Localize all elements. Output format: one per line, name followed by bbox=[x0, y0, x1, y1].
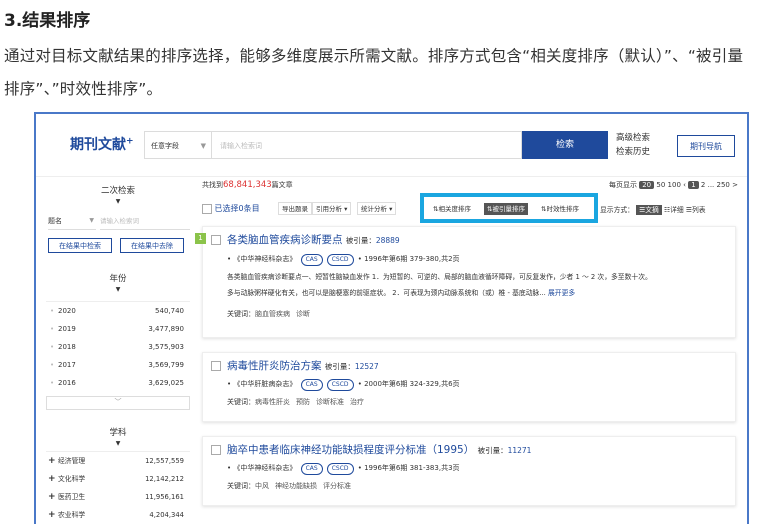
section-paragraph: 通过对目标文献结果的排序选择，能够多维度展示所需文献。排序方式包含“相关度排序（… bbox=[4, 47, 744, 98]
keyword-link[interactable]: 诊断标准 bbox=[316, 398, 344, 406]
field-select[interactable]: 任意字段 ▼ bbox=[144, 131, 212, 159]
keyword-link[interactable]: 病毒性肝炎 bbox=[255, 398, 290, 406]
keyword-link[interactable]: 治疗 bbox=[350, 398, 364, 406]
result-meta: • 《中华神经科杂志》 CAS CSCD • 1996年第6期 379-380,共… bbox=[227, 254, 460, 266]
select-all[interactable]: 已选择0条目 bbox=[202, 203, 260, 214]
year-facet-title: 年份 bbox=[109, 274, 127, 284]
year-list: • 2020 540,740 • 2019 3,477,890 • 2018 3,575,9… bbox=[46, 301, 190, 392]
export-button[interactable]: 导出题录 bbox=[278, 202, 312, 215]
subject-item[interactable]: + 文化科学 12,142,212 bbox=[46, 470, 190, 488]
result-card: 病毒性肝炎防治方案 被引量：12527 • 《中华肝脏病杂志》 CAS CSCD … bbox=[202, 352, 736, 422]
search-button[interactable]: 检索 bbox=[522, 131, 608, 159]
citation-analysis-button[interactable]: 引用分析 ▾ bbox=[312, 202, 352, 215]
result-meta: • 《中华肝脏病杂志》 CAS CSCD • 2000年第6期 324-329,共… bbox=[227, 379, 460, 391]
year-item[interactable]: • 2019 3,477,890 bbox=[46, 320, 190, 338]
result-keywords: 关键词：中风 神经功能缺损 评分标准 bbox=[227, 482, 351, 490]
result-meta: • 《中华神经科杂志》 CAS CSCD • 1996年第6期 381-383,共… bbox=[227, 463, 460, 475]
result-keywords: 关键词：脑血管疾病 诊断 bbox=[227, 310, 310, 318]
result-title[interactable]: 脑卒中患者临床神经功能缺损程度评分标准（1995） 被引量：11271 bbox=[227, 442, 531, 457]
keyword-link[interactable]: 脑血管疾病 bbox=[255, 310, 290, 318]
advanced-search-link[interactable]: 高级检索 bbox=[616, 131, 650, 145]
keyword-link[interactable]: 中风 bbox=[255, 482, 269, 490]
plus-icon[interactable]: + bbox=[48, 452, 56, 470]
page-size-50[interactable]: 50 bbox=[656, 181, 665, 189]
page-250[interactable]: 250 bbox=[717, 181, 730, 189]
expand-years-button[interactable]: ﹀ bbox=[46, 396, 190, 410]
result-checkbox[interactable] bbox=[211, 445, 221, 455]
subject-facet-title: 学科 bbox=[109, 428, 127, 438]
sort-citations-button[interactable]: ⇅被引量排序 bbox=[484, 203, 528, 215]
page-size-100[interactable]: 100 bbox=[668, 181, 681, 189]
year-item[interactable]: • 2020 540,740 bbox=[46, 302, 190, 320]
stats-analysis-button[interactable]: 统计分析 ▾ bbox=[357, 202, 397, 215]
subject-item[interactable]: + 农业科学 4,204,344 bbox=[46, 506, 190, 524]
journal-link[interactable]: 《中华神经科杂志》 bbox=[233, 464, 296, 472]
sort-recency-button[interactable]: ⇅时效性排序 bbox=[538, 203, 582, 215]
secondary-search-title: 二次检索 bbox=[100, 186, 135, 196]
display-abstract-button[interactable]: ☰文摘 bbox=[636, 205, 662, 215]
next-page[interactable]: > bbox=[732, 181, 738, 189]
result-index-badge: 1 bbox=[195, 233, 206, 244]
sort-relevance-button[interactable]: ⇅相关度排序 bbox=[430, 203, 474, 215]
prev-page[interactable]: ‹ bbox=[683, 181, 686, 189]
result-count: 共找到68,841,343篇文章 bbox=[202, 180, 293, 190]
display-mode: 显示方式： ☰文摘 ☷详细 ☰列表 bbox=[600, 205, 706, 215]
secondary-search-input[interactable]: 请输入检索词 bbox=[100, 213, 190, 230]
page-2[interactable]: 2 bbox=[701, 181, 705, 189]
year-item[interactable]: • 2017 3,569,799 bbox=[46, 356, 190, 374]
year-item[interactable]: • 2016 3,629,025 bbox=[46, 374, 190, 392]
result-checkbox[interactable] bbox=[211, 235, 221, 245]
chevron-down-icon: ▼ bbox=[200, 142, 206, 150]
plus-icon[interactable]: + bbox=[48, 506, 56, 524]
sort-options-highlight: ⇅相关度排序 ⇅被引量排序 ⇅时效性排序 bbox=[420, 193, 598, 223]
result-abstract: 各类脑血管疾病诊断要点一、短暂性脑缺血发作 1．为短暂的、可逆的、局部的脑血液循… bbox=[227, 273, 652, 297]
advanced-links: 高级检索 检索历史 bbox=[616, 131, 650, 159]
result-card: 1 各类脑血管疾病诊断要点 被引量：28889 • 《中华神经科杂志》 CAS C… bbox=[195, 226, 736, 338]
result-title[interactable]: 病毒性肝炎防治方案 被引量：12527 bbox=[227, 358, 379, 373]
journal-link[interactable]: 《中华神经科杂志》 bbox=[233, 255, 296, 263]
chevron-down-icon: ▼ bbox=[115, 440, 121, 447]
chevron-down-icon: ▼ bbox=[115, 286, 121, 293]
secondary-field-select[interactable]: 题名 ▼ bbox=[48, 213, 96, 230]
search-header: 期刊文献+ 任意字段 ▼ 请输入检索词 检索 高级检索 检索历史 期刊导航 bbox=[36, 114, 747, 177]
results-main: 共找到68,841,343篇文章 每页显示 20 50 100 ‹ 1 2 ..… bbox=[195, 180, 742, 524]
pagination: 每页显示 20 50 100 ‹ 1 2 ... 250 > bbox=[608, 181, 738, 189]
page-size-20[interactable]: 20 bbox=[639, 181, 655, 189]
expand-more-link[interactable]: 展开更多 bbox=[548, 289, 575, 297]
chevron-down-icon: ▼ bbox=[115, 198, 121, 205]
site-logo[interactable]: 期刊文献+ bbox=[70, 134, 134, 154]
display-list-button[interactable]: ☰列表 bbox=[686, 206, 706, 214]
keyword-link[interactable]: 预防 bbox=[296, 398, 310, 406]
search-input[interactable]: 请输入检索词 bbox=[212, 131, 522, 159]
sidebar: 二次检索 ▼ 题名 ▼ 请输入检索词 在结果中检索 在结果中去除 年份 ▼ • 20… bbox=[46, 180, 190, 524]
exclude-from-results-button[interactable]: 在结果中去除 bbox=[120, 238, 184, 253]
subject-item[interactable]: + 医药卫生 11,956,161 bbox=[46, 488, 190, 506]
plus-icon[interactable]: + bbox=[48, 470, 56, 488]
page-1[interactable]: 1 bbox=[688, 181, 699, 189]
display-detail-button[interactable]: ☷详细 bbox=[664, 206, 684, 214]
result-keywords: 关键词：病毒性肝炎 预防 诊断标准 治疗 bbox=[227, 398, 364, 406]
results-toolbar: 已选择0条目 导出题录 引用分析 ▾ 统计分析 ▾ ⇅相关度排序 ⇅被引量排序 … bbox=[202, 193, 742, 223]
search-history-link[interactable]: 检索历史 bbox=[616, 145, 650, 159]
chevron-down-icon: ▼ bbox=[89, 217, 94, 224]
result-checkbox[interactable] bbox=[211, 361, 221, 371]
keyword-link[interactable]: 评分标准 bbox=[323, 482, 351, 490]
keyword-link[interactable]: 诊断 bbox=[296, 310, 310, 318]
keyword-link[interactable]: 神经功能缺损 bbox=[275, 482, 317, 490]
search-in-results-button[interactable]: 在结果中检索 bbox=[48, 238, 112, 253]
chevron-down-icon: ﹀ bbox=[114, 398, 122, 406]
result-title[interactable]: 各类脑血管疾病诊断要点 被引量：28889 bbox=[227, 232, 400, 247]
subject-item[interactable]: + 经济管理 12,557,559 bbox=[46, 452, 190, 470]
plus-icon[interactable]: + bbox=[48, 488, 56, 506]
screenshot-frame: 期刊文献+ 任意字段 ▼ 请输入检索词 检索 高级检索 检索历史 期刊导航 二次检… bbox=[34, 112, 749, 524]
journal-link[interactable]: 《中华肝脏病杂志》 bbox=[233, 380, 296, 388]
result-card: 脑卒中患者临床神经功能缺损程度评分标准（1995） 被引量：11271 • 《中… bbox=[202, 436, 736, 506]
journal-nav-button[interactable]: 期刊导航 bbox=[677, 135, 735, 157]
year-item[interactable]: • 2018 3,575,903 bbox=[46, 338, 190, 356]
section-heading: 3.结果排序 bbox=[4, 11, 91, 31]
